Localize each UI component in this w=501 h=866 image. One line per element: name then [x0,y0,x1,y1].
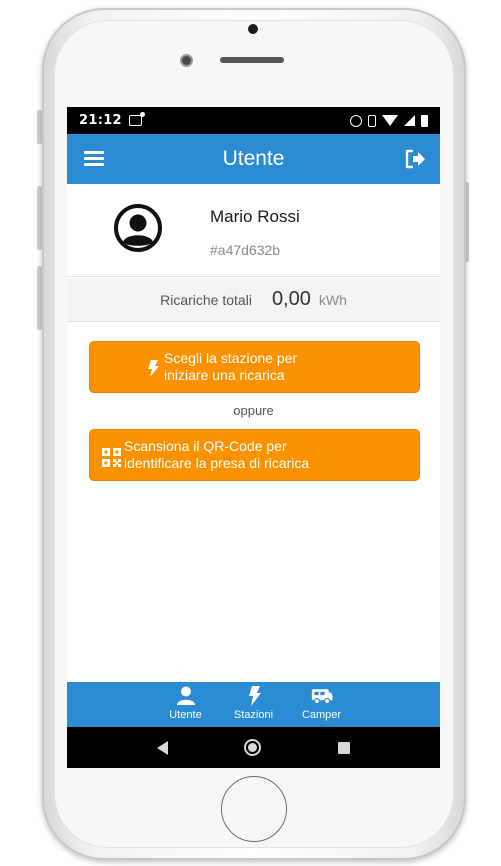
scan-qr-line-2: identificare la presa di ricarica [124,455,310,471]
bolt-icon [148,360,159,377]
user-icon [176,686,195,705]
wifi-icon [382,115,398,126]
qrcode-icon [102,448,121,467]
page-title: Utente [222,147,285,170]
total-charges-unit: kWh [318,291,347,308]
bolt-icon [248,686,261,706]
status-time: 21:12 [79,113,122,128]
status-icons [350,114,428,127]
bottom-nav: Utente Stazioni Camper [67,682,440,727]
user-id: #a47d632b [210,242,281,258]
total-charges: Ricariche totali 0,00 kWh [67,278,440,322]
home-circle-icon[interactable] [244,739,262,756]
scan-qr-line-1: Scansiona il QR-Code per [124,438,287,454]
choose-station-line-2: iniziare una ricarica [164,367,285,383]
front-camera [248,24,258,34]
choose-station-label: Scegli la stazione per iniziare una rica… [164,350,297,384]
camper-icon [311,689,333,705]
app-screen: 21:12 Utente Mario Rossi #a47d632b Ricar… [67,107,440,768]
battery-icon [421,114,428,127]
scan-qr-button[interactable]: Scansiona il QR-Code per identificare la… [89,429,420,481]
vibrate-icon [368,114,376,127]
alarm-icon [350,114,362,127]
proximity-sensor [180,54,193,67]
system-nav-bar [67,727,440,768]
user-profile: Mario Rossi #a47d632b [67,184,440,277]
choose-station-line-1: Scegli la stazione per [164,350,298,366]
logout-icon[interactable] [404,149,426,169]
nav-label-utente: Utente [169,709,202,721]
earpiece-speaker [220,57,284,63]
back-icon[interactable] [157,740,169,755]
nav-label-stazioni: Stazioni [233,709,274,721]
recent-apps-icon[interactable] [337,741,350,754]
total-charges-value: 0,00 [271,288,311,310]
signal-icon [404,115,415,126]
nav-item-utente[interactable]: Utente [155,682,217,727]
home-button[interactable] [221,776,287,842]
scan-qr-label: Scansiona il QR-Code per identificare la… [124,438,309,472]
choose-station-button[interactable]: Scegli la stazione per iniziare una rica… [89,341,420,393]
nav-item-camper[interactable]: Camper [291,682,353,727]
user-name: Mario Rossi [210,207,300,226]
nav-label-camper: Camper [301,709,342,721]
nav-item-stazioni[interactable]: Stazioni [223,682,285,727]
gallery-icon [128,112,145,126]
app-bar: Utente [67,134,440,184]
status-bar: 21:12 [67,107,440,134]
or-separator: oppure [233,403,274,418]
total-charges-label: Ricariche totali [160,291,252,308]
user-circle-icon [114,204,162,252]
